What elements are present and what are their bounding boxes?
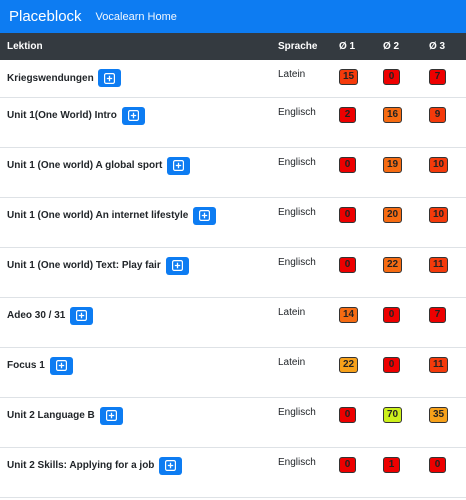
avg3-badge: 9 [429, 106, 446, 123]
table-row: Adeo 30 / 31 Latein 14 0 7 [0, 297, 466, 347]
add-lesson-button[interactable] [70, 306, 94, 325]
avg3-badge: 7 [429, 306, 446, 323]
avg2-badge: 16 [383, 106, 403, 123]
header-avg2: Ø 2 [383, 41, 400, 52]
table-row: Unit 1(One World) Intro Englisch 2 16 9 [0, 97, 466, 147]
lesson-language: Englisch [278, 456, 316, 468]
lesson-language: Englisch [278, 156, 316, 168]
plus-square-icon [105, 410, 117, 421]
lesson-name: Kriegswendungen [7, 72, 94, 84]
lesson-language: Latein [278, 356, 306, 368]
nav-link-vocalearn-home[interactable]: Vocalearn Home [96, 11, 177, 23]
header-sprache: Sprache [278, 41, 318, 52]
lesson-language: Englisch [278, 256, 316, 268]
add-lesson-button[interactable] [49, 356, 73, 375]
avg1-badge: 14 [339, 306, 359, 323]
avg1-badge: 0 [339, 206, 356, 223]
navbar: Placeblock Vocalearn Home [0, 0, 466, 33]
avg3-badge: 11 [429, 256, 448, 273]
avg2-badge: 0 [383, 306, 400, 323]
avg1-badge: 22 [339, 356, 359, 373]
header-lektion: Lektion [7, 41, 43, 52]
avg1-badge: 15 [339, 69, 359, 85]
plus-square-icon [55, 360, 67, 371]
avg3-badge: 0 [429, 456, 446, 473]
lesson-name: Unit 1(One World) Intro [7, 110, 117, 121]
table-header-row: Lektion Sprache Ø 1 Ø 2 Ø 3 [0, 33, 466, 60]
avg3-badge: 11 [429, 356, 448, 373]
lesson-name: Unit 2 Skills: Applying for a job [7, 460, 155, 471]
lesson-name: Unit 1 (One world) Text: Play fair [7, 260, 161, 271]
avg2-badge: 70 [383, 406, 403, 423]
plus-square-icon [104, 72, 116, 84]
lesson-language: Englisch [278, 406, 316, 418]
plus-square-icon [76, 310, 88, 321]
avg2-badge: 20 [383, 206, 403, 223]
table-row: Unit 1 (One world) Text: Play fair Engli… [0, 247, 466, 297]
avg1-badge: 0 [339, 156, 356, 173]
table-row: Unit 2 Skills: Applying for a job Englis… [0, 447, 466, 497]
lesson-language: Latein [278, 306, 306, 318]
lesson-name: Adeo 30 / 31 [7, 310, 66, 321]
lesson-language: Latein [278, 69, 306, 80]
lesson-name: Focus 1 [7, 360, 45, 371]
brand-link[interactable]: Placeblock [9, 8, 82, 25]
table-row: Kriegswendungen Latein 15 0 7 [0, 60, 466, 97]
plus-square-icon [127, 110, 139, 121]
add-lesson-button[interactable] [167, 156, 191, 175]
plus-square-icon [165, 460, 177, 471]
avg2-badge: 0 [383, 69, 400, 85]
lesson-name: Unit 2 Language B [7, 410, 95, 421]
avg1-badge: 0 [339, 456, 356, 473]
add-lesson-button[interactable] [165, 256, 189, 275]
avg3-badge: 10 [429, 206, 449, 223]
add-lesson-button[interactable] [159, 456, 183, 475]
add-lesson-button[interactable] [121, 106, 145, 125]
avg1-badge: 0 [339, 256, 356, 273]
avg2-badge: 0 [383, 356, 400, 373]
avg2-badge: 22 [383, 256, 403, 273]
add-lesson-button[interactable] [98, 69, 122, 87]
add-lesson-button[interactable] [99, 406, 123, 425]
table-row: Unit 1 (One world) A global sport Englis… [0, 147, 466, 197]
lesson-name: Unit 1 (One world) A global sport [7, 160, 163, 171]
avg3-badge: 7 [429, 69, 446, 85]
add-lesson-button[interactable] [193, 206, 217, 225]
header-avg3: Ø 3 [429, 41, 446, 52]
lessons-table: Lektion Sprache Ø 1 Ø 2 Ø 3 Kriegswendun… [0, 33, 466, 498]
avg3-badge: 10 [429, 156, 449, 173]
table-row: Focus 1 Latein 22 0 11 [0, 347, 466, 397]
avg2-badge: 19 [383, 156, 403, 173]
lesson-name: Unit 1 (One world) An internet lifestyle [7, 210, 189, 221]
table-row: Unit 1 (One world) An internet lifestyle… [0, 197, 466, 247]
lesson-language: Englisch [278, 106, 316, 118]
avg1-badge: 2 [339, 106, 356, 123]
plus-square-icon [199, 210, 211, 221]
avg2-badge: 1 [383, 456, 400, 473]
avg1-badge: 0 [339, 406, 356, 423]
table-row: Unit 2 Language B Englisch 0 70 35 [0, 397, 466, 447]
lesson-language: Englisch [278, 206, 316, 218]
header-avg1: Ø 1 [339, 41, 356, 52]
plus-square-icon [171, 260, 183, 271]
avg3-badge: 35 [429, 406, 449, 423]
plus-square-icon [173, 160, 185, 171]
